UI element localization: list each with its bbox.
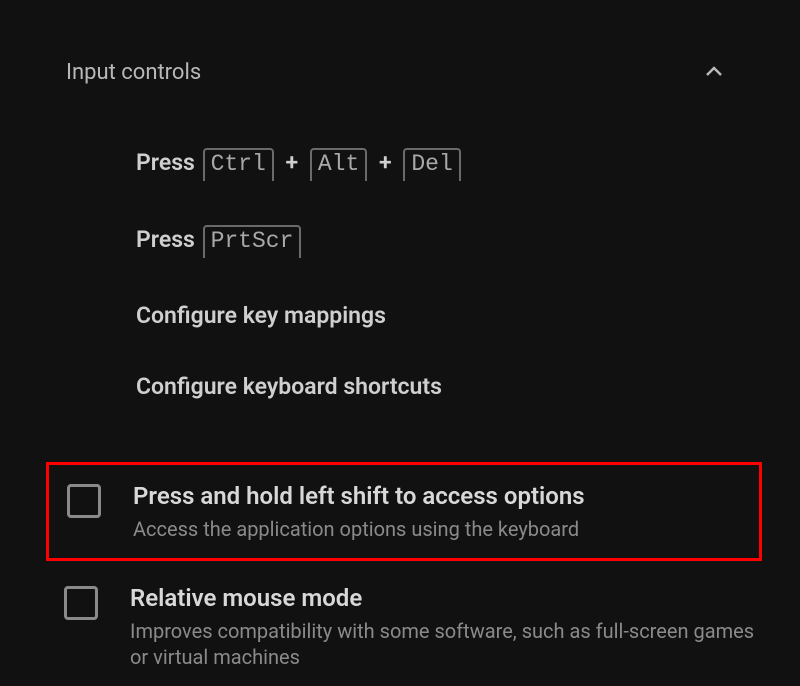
chevron-up-icon (700, 58, 728, 86)
menu-item-press-prtscr[interactable]: Press PrtScr (0, 203, 800, 280)
menu-label: Configure key mappings (136, 302, 386, 329)
key-ctrl: Ctrl (203, 148, 274, 181)
checkbox[interactable] (67, 484, 101, 518)
press-label: Press (136, 226, 201, 253)
key-prtscr: PrtScr (203, 225, 302, 258)
menu-item-configure-keyboard-shortcuts[interactable]: Configure keyboard shortcuts (0, 351, 800, 422)
menu-item-configure-key-mappings[interactable]: Configure key mappings (0, 280, 800, 351)
key-alt: Alt (310, 148, 367, 181)
menu-list: Press Ctrl + Alt + Del Press PrtScr Conf… (0, 106, 800, 686)
checkbox-title: Relative mouse mode (130, 583, 770, 614)
section-header-input-controls[interactable]: Input controls (0, 0, 800, 106)
checkbox-item-relative-mouse[interactable]: Relative mouse mode Improves compatibili… (0, 567, 800, 686)
checkbox[interactable] (64, 586, 98, 620)
press-label: Press (136, 149, 201, 176)
menu-label: Configure keyboard shortcuts (136, 373, 442, 400)
key-del: Del (403, 148, 460, 181)
checkbox-text: Press and hold left shift to access opti… (133, 481, 585, 542)
checkbox-description: Access the application options using the… (133, 516, 585, 542)
checkbox-title: Press and hold left shift to access opti… (133, 481, 585, 512)
checkbox-description: Improves compatibility with some softwar… (130, 618, 770, 670)
plus-icon: + (373, 149, 397, 176)
plus-icon: + (280, 149, 304, 176)
checkbox-item-shift-options[interactable]: Press and hold left shift to access opti… (46, 462, 762, 561)
menu-item-press-ctrl-alt-del[interactable]: Press Ctrl + Alt + Del (0, 126, 800, 203)
checkbox-text: Relative mouse mode Improves compatibili… (130, 583, 770, 670)
section-title: Input controls (66, 60, 201, 85)
